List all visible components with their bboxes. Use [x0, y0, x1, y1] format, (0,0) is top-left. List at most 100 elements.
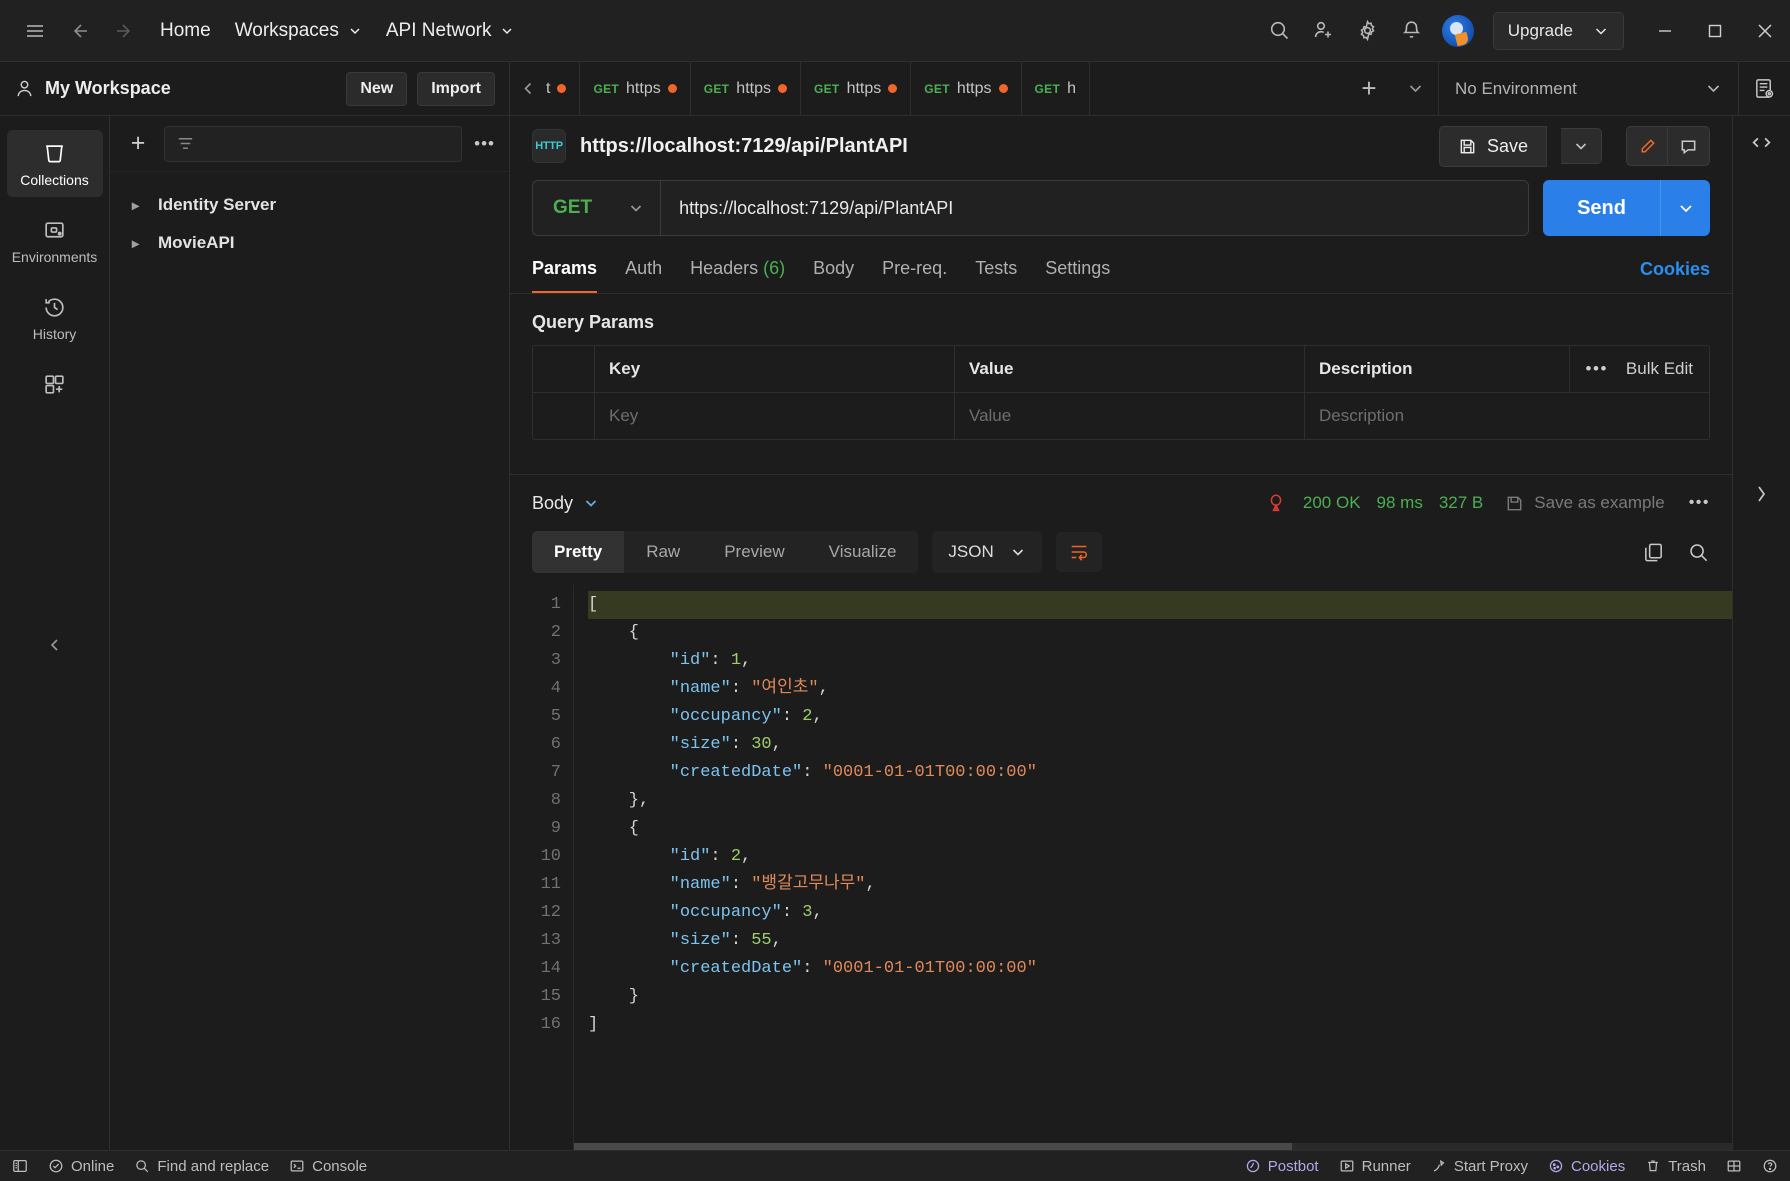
- chevron-right-icon[interactable]: ▸: [132, 235, 146, 252]
- start-proxy-button[interactable]: Start Proxy: [1431, 1158, 1528, 1175]
- response-pane: Body 200 OK 98 ms 327 B Save as example …: [510, 474, 1732, 1150]
- response-format-pretty[interactable]: Pretty: [532, 531, 625, 573]
- console-button[interactable]: Console: [289, 1158, 367, 1175]
- request-tab-headers[interactable]: Headers (6): [690, 258, 785, 293]
- more-horizontal-icon[interactable]: •••: [474, 134, 495, 154]
- create-new-icon[interactable]: +: [124, 129, 152, 158]
- param-value-input[interactable]: Value: [955, 393, 1305, 439]
- bottom-status-bar: Online Find and replace Console Postbot …: [0, 1150, 1790, 1181]
- request-tab[interactable]: GET https: [691, 62, 801, 115]
- chevron-right-icon[interactable]: ▸: [132, 197, 146, 214]
- code-token: {: [588, 819, 640, 838]
- cookies-link[interactable]: Cookies: [1640, 259, 1710, 292]
- sidebar-item-environments[interactable]: Environments: [7, 207, 103, 274]
- response-status-bar: Body 200 OK 98 ms 327 B Save as example …: [510, 475, 1732, 531]
- search-icon[interactable]: [1687, 541, 1710, 564]
- request-tab-params[interactable]: Params: [532, 258, 598, 293]
- search-icon[interactable]: [1259, 10, 1301, 52]
- send-button[interactable]: Send: [1543, 180, 1660, 236]
- response-format-visualize[interactable]: Visualize: [807, 531, 919, 573]
- find-and-replace-button[interactable]: Find and replace: [134, 1158, 269, 1175]
- code-line: "createdDate": "0001-01-01T00:00:00": [588, 955, 1732, 983]
- request-tab[interactable]: GET https: [580, 62, 691, 115]
- save-options-caret-icon[interactable]: [1561, 128, 1602, 164]
- tabs-scroll-left-icon[interactable]: [510, 62, 546, 115]
- copy-icon[interactable]: [1642, 541, 1665, 564]
- word-wrap-icon[interactable]: [1055, 532, 1102, 572]
- tabs-list-caret-icon[interactable]: [1392, 62, 1438, 115]
- new-button[interactable]: New: [346, 71, 408, 106]
- request-tab-body[interactable]: Body: [813, 258, 854, 293]
- invite-user-icon[interactable]: [1303, 10, 1345, 52]
- avatar[interactable]: [1441, 14, 1474, 47]
- response-rail-expand-icon[interactable]: [1751, 483, 1773, 505]
- request-tab-tests[interactable]: Tests: [975, 258, 1017, 293]
- cookies-button[interactable]: Cookies: [1548, 1158, 1625, 1175]
- close-icon[interactable]: [1740, 7, 1790, 55]
- sidebar-collapse-icon[interactable]: [0, 636, 110, 666]
- request-tab-prereq[interactable]: Pre-req.: [882, 258, 947, 293]
- bell-icon[interactable]: [1391, 10, 1433, 52]
- maximize-icon[interactable]: [1690, 7, 1740, 55]
- line-number: 6: [550, 735, 561, 754]
- send-options-caret-icon[interactable]: [1660, 180, 1710, 236]
- horizontal-scrollbar[interactable]: [574, 1143, 1732, 1150]
- sidebar-item-collections[interactable]: Collections: [6, 130, 103, 197]
- minimize-icon[interactable]: [1640, 7, 1690, 55]
- request-tab[interactable]: GET https: [801, 62, 912, 115]
- sidebar-toggle-icon[interactable]: [12, 1158, 28, 1174]
- save-as-example-button[interactable]: Save as example: [1505, 493, 1665, 513]
- param-key-input[interactable]: Key: [595, 393, 955, 439]
- back-icon[interactable]: [56, 10, 102, 52]
- layout-grid-icon[interactable]: [1726, 1158, 1742, 1174]
- param-description-input[interactable]: Description: [1305, 393, 1709, 439]
- code-token: }: [588, 987, 640, 1006]
- workspaces-menu[interactable]: Workspaces: [223, 13, 374, 49]
- collection-item[interactable]: ▸ Identity Server: [110, 186, 509, 224]
- api-network-menu[interactable]: API Network: [374, 13, 527, 49]
- postbot-label: Postbot: [1267, 1157, 1319, 1175]
- trash-button[interactable]: Trash: [1645, 1158, 1706, 1175]
- environment-selector[interactable]: No Environment: [1438, 62, 1738, 115]
- pencil-icon[interactable]: [1626, 126, 1668, 166]
- environment-quick-look-icon[interactable]: [1738, 62, 1790, 115]
- import-button[interactable]: Import: [417, 71, 495, 106]
- json-body-lines[interactable]: [ { "id": 1, "name": "여인초", "occupancy":…: [574, 585, 1732, 1150]
- more-horizontal-icon[interactable]: •••: [1586, 359, 1608, 379]
- request-tab-settings[interactable]: Settings: [1045, 258, 1110, 293]
- home-link[interactable]: Home: [148, 13, 223, 49]
- sidebar-item-apps[interactable]: [7, 361, 103, 406]
- row-checkbox[interactable]: [533, 393, 595, 439]
- request-tab[interactable]: GET h: [1022, 62, 1090, 115]
- request-tab-label: Headers: [690, 258, 759, 278]
- collection-item[interactable]: ▸ MovieAPI: [110, 224, 509, 262]
- bulk-edit-button[interactable]: Bulk Edit: [1626, 359, 1693, 379]
- response-more-icon[interactable]: •••: [1689, 494, 1710, 512]
- request-tab-auth[interactable]: Auth: [625, 258, 662, 293]
- help-icon[interactable]: [1762, 1158, 1778, 1174]
- response-body-code[interactable]: 1 2 3 4 5 6 7 8 9 10 11 12 13 14 15 16 [ { "id": 1, "na…: [510, 585, 1732, 1150]
- response-language-selector[interactable]: JSON: [932, 531, 1042, 573]
- response-format-raw[interactable]: Raw: [624, 531, 702, 573]
- postbot-button[interactable]: Postbot: [1245, 1158, 1319, 1175]
- upgrade-button[interactable]: Upgrade: [1492, 11, 1624, 50]
- code-snippet-icon[interactable]: [1749, 130, 1774, 155]
- response-warning-icon[interactable]: [1265, 492, 1287, 514]
- request-tab[interactable]: GET https: [911, 62, 1022, 115]
- runner-button[interactable]: Runner: [1339, 1158, 1411, 1175]
- save-button[interactable]: Save: [1438, 125, 1547, 167]
- response-body-selector[interactable]: Body: [532, 493, 599, 514]
- new-tab-icon[interactable]: +: [1346, 62, 1392, 115]
- online-status[interactable]: Online: [48, 1158, 114, 1175]
- method-selector[interactable]: GET: [533, 181, 662, 235]
- sidebar-item-history[interactable]: History: [7, 284, 103, 351]
- gear-icon[interactable]: [1347, 10, 1389, 52]
- search-input[interactable]: [164, 125, 463, 162]
- select-all-cell[interactable]: [533, 346, 595, 392]
- request-tab[interactable]: t: [546, 62, 581, 115]
- comment-icon[interactable]: [1668, 126, 1710, 166]
- forward-icon[interactable]: [102, 10, 148, 52]
- response-format-preview[interactable]: Preview: [702, 531, 806, 573]
- hamburger-icon[interactable]: [14, 10, 56, 52]
- url-input[interactable]: https://localhost:7129/api/PlantAPI: [661, 198, 1528, 219]
